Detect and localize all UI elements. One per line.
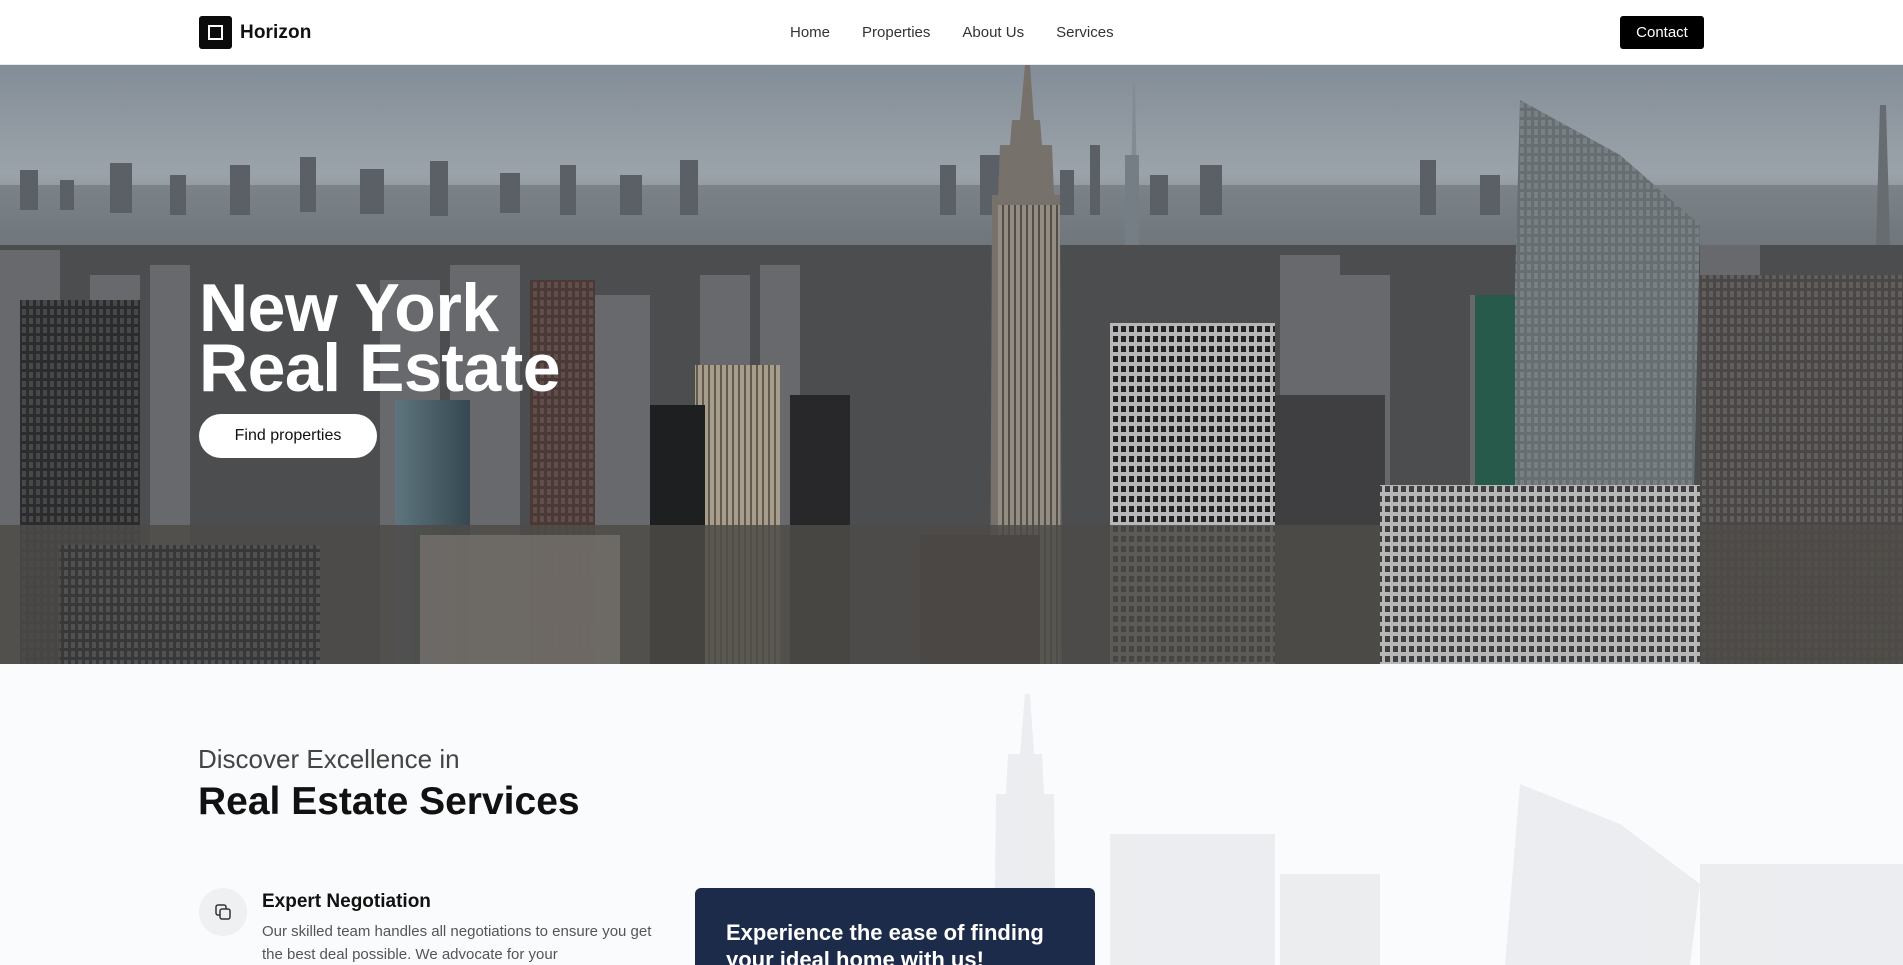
nav-properties[interactable]: Properties — [862, 24, 930, 41]
hero-title-line1: New York — [199, 270, 499, 346]
site-header: Horizon Home Properties About Us Service… — [0, 0, 1903, 65]
nav-about-us[interactable]: About Us — [962, 24, 1024, 41]
services-title: Real Estate Services — [198, 780, 580, 823]
feature-description: Our skilled team handles all negotiation… — [262, 923, 652, 963]
hero-title-line2: Real Estate — [199, 330, 561, 406]
nav-home[interactable]: Home — [790, 24, 830, 41]
brand-name: Horizon — [240, 21, 312, 43]
copy-icon — [199, 888, 247, 936]
nav-services[interactable]: Services — [1056, 24, 1114, 41]
services-subtitle: Discover Excellence in — [198, 744, 460, 774]
square-logo-icon — [199, 16, 232, 49]
contact-button[interactable]: Contact — [1620, 16, 1704, 49]
promo-text: Experience the ease of finding your idea… — [726, 920, 1044, 965]
hero-section: New York Real Estate Find properties — [0, 65, 1903, 664]
brand-logo[interactable]: Horizon — [199, 16, 311, 49]
find-properties-button[interactable]: Find properties — [199, 414, 377, 458]
promo-card: Experience the ease of finding your idea… — [695, 888, 1095, 965]
feature-title: Expert Negotiation — [262, 891, 431, 912]
hero-title: New York Real Estate — [199, 270, 561, 406]
main-nav: Home Properties About Us Services — [790, 24, 1114, 41]
